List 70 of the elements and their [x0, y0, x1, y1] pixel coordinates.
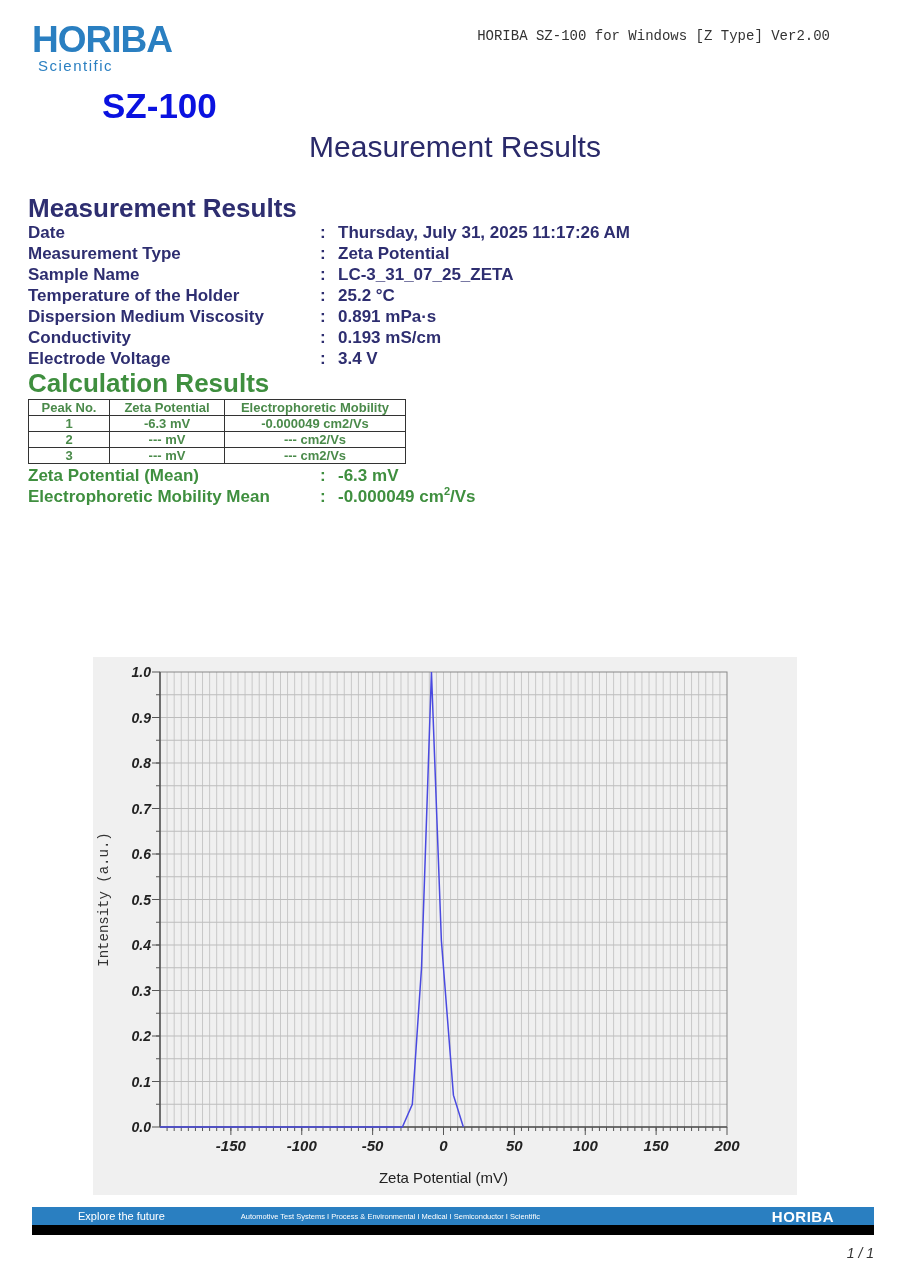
x-tick-label: 50 — [506, 1137, 523, 1154]
separator: : — [320, 486, 327, 507]
field-label: Electrode Voltage — [28, 348, 172, 369]
table-cell: --- mV — [109, 431, 225, 448]
table-cell: 1 — [28, 415, 110, 432]
y-tick-label: 0.9 — [131, 709, 151, 726]
logo-subtitle: Scientific — [38, 58, 115, 74]
x-tick-label: -100 — [286, 1137, 317, 1154]
separator: : — [320, 264, 327, 285]
x-tick-label: -50 — [361, 1137, 384, 1154]
field-value: -0.000049 cm$^{2}$/Vs — [338, 486, 477, 507]
field-label: Sample Name — [28, 264, 141, 285]
y-tick-label: 0.4 — [131, 937, 151, 953]
field-label: Conductivity — [28, 327, 132, 348]
x-tick-label: 100 — [572, 1137, 598, 1154]
footer-logo: HORIBA — [771, 1207, 834, 1225]
y-tick-label: 0.7 — [131, 800, 151, 817]
table-cell: -6.3 mV — [109, 415, 225, 432]
field-label: Date — [28, 222, 66, 243]
model-name: SZ-100 — [102, 86, 217, 126]
y-tick-label: 0.3 — [131, 982, 151, 999]
separator: : — [320, 243, 327, 264]
separator: : — [320, 306, 327, 327]
y-tick-label: 0.1 — [131, 1073, 151, 1090]
x-axis-title: Zeta Potential (mV) — [378, 1169, 509, 1186]
field-label: Dispersion Medium Viscosity — [28, 306, 265, 327]
section-heading: Measurement Results — [28, 194, 298, 222]
field-value: LC-3_31_07_25_ZETA — [338, 264, 515, 285]
y-tick-label: 0.6 — [131, 846, 151, 862]
y-tick-label: 0.0 — [131, 1119, 151, 1135]
page-number: 1 / 1 — [845, 1245, 874, 1261]
company-logo: HORIBA — [32, 22, 173, 58]
software-version: HORIBA SZ-100 for Windows [Z Type] Ver2.00 — [477, 28, 830, 46]
field-value: 0.193 mS/cm — [338, 327, 442, 348]
table-cell: --- mV — [109, 447, 225, 464]
field-label: Zeta Potential (Mean) — [28, 465, 200, 486]
table-cell: 2 — [28, 431, 110, 448]
separator: : — [320, 465, 327, 486]
section-heading: Calculation Results — [28, 369, 271, 397]
field-value: -6.3 mV — [338, 465, 400, 486]
field-label: Electrophoretic Mobility Mean — [28, 486, 271, 507]
y-tick-label: 0.2 — [131, 1028, 151, 1044]
column-header: Electrophoretic Mobility — [224, 399, 406, 416]
field-value: Thursday, July 31, 2025 11:17:26 AM — [338, 222, 631, 243]
x-tick-label: 150 — [643, 1137, 669, 1154]
x-tick-label: 0 — [439, 1137, 448, 1154]
field-value: 0.891 mPa·s — [338, 306, 438, 327]
field-value: Zeta Potential — [338, 243, 451, 264]
x-tick-label: 200 — [714, 1137, 740, 1154]
separator: : — [320, 348, 327, 369]
y-tick-label: 0.8 — [131, 755, 151, 771]
separator: : — [320, 327, 327, 348]
field-value: 25.2 °C — [338, 285, 396, 306]
separator: : — [320, 222, 327, 243]
field-label: Measurement Type — [28, 243, 182, 264]
table-cell: 3 — [28, 447, 110, 464]
table-cell: -0.000049 cm2/Vs — [224, 415, 406, 432]
column-header: Peak No. — [28, 399, 110, 416]
table-cell: --- cm2/Vs — [224, 447, 406, 464]
table-cell: --- cm2/Vs — [224, 431, 406, 448]
field-value: 3.4 V — [338, 348, 379, 369]
slogan: Explore the future — [78, 1210, 165, 1222]
y-tick-label: 0.5 — [131, 891, 151, 908]
y-tick-label: 1.0 — [131, 664, 151, 680]
y-axis-title: Intensity (a.u.) — [96, 832, 112, 967]
separator: : — [320, 285, 327, 306]
x-tick-label: -150 — [215, 1137, 246, 1154]
field-label: Temperature of the Holder — [28, 285, 241, 306]
page-title: Measurement Results — [308, 130, 602, 164]
column-header: Zeta Potential — [109, 399, 225, 416]
